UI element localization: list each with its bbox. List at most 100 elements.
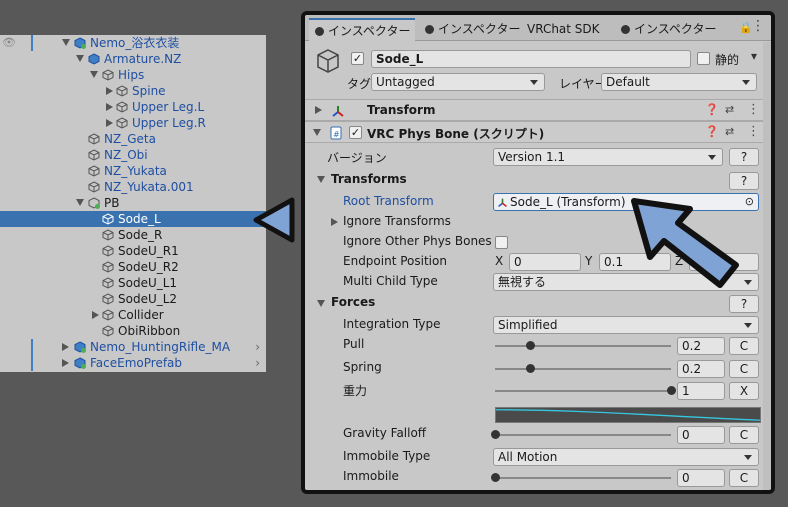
prefab-icon — [88, 197, 100, 209]
hierarchy-row[interactable]: Sode_R — [0, 227, 266, 243]
transforms-header[interactable]: Transforms — [331, 172, 407, 186]
spring-slider[interactable] — [495, 368, 671, 370]
pull-slider-knob[interactable] — [526, 341, 536, 350]
transforms-help-button[interactable]: ? — [729, 172, 759, 190]
kebab-menu-icon[interactable]: ⋮ — [751, 18, 765, 34]
immobile-curve-button[interactable]: C — [729, 469, 759, 487]
component-menu-icon[interactable]: ⋮ — [747, 102, 760, 117]
object-name-field[interactable]: Sode_L — [371, 50, 691, 68]
fold-down-icon[interactable] — [62, 39, 70, 46]
forces-help-button[interactable]: ? — [729, 295, 759, 313]
chevron-right-icon[interactable]: › — [255, 339, 260, 355]
static-dropdown-icon[interactable]: ▾ — [751, 49, 757, 63]
hierarchy-row[interactable]: SodeU_R1 — [0, 243, 266, 259]
gravity-clear-button[interactable]: X — [729, 382, 759, 400]
visibility-eye-icon[interactable]: 👁 — [2, 35, 16, 51]
hierarchy-row[interactable]: NZ_Obi — [0, 147, 266, 163]
inspector-scrollbar[interactable] — [763, 42, 771, 490]
spring-field[interactable]: 0.2 — [677, 360, 725, 378]
gravity-field[interactable]: 1 — [677, 382, 725, 400]
fold-right-icon[interactable] — [62, 343, 69, 351]
gravity-falloff-slider[interactable] — [495, 434, 671, 436]
hierarchy-row[interactable]: NZ_Yukata.001 — [0, 179, 266, 195]
pull-slider[interactable] — [495, 345, 671, 347]
forces-header[interactable]: Forces — [331, 295, 375, 309]
tab-vrchat-sdk[interactable]: VRChat SDK — [521, 18, 611, 41]
gravity-curve-preview[interactable] — [495, 407, 761, 423]
gravity-slider-knob[interactable] — [667, 386, 676, 395]
active-checkbox[interactable]: ✓ — [351, 52, 364, 65]
integration-dropdown[interactable]: Simplified — [493, 316, 759, 334]
hierarchy-row[interactable]: NZ_Yukata — [0, 163, 266, 179]
component-preset-icon[interactable]: ⇄ — [725, 125, 734, 138]
ignore-other-checkbox[interactable] — [495, 236, 508, 249]
immobile-field[interactable]: 0 — [677, 469, 725, 487]
hierarchy-row[interactable]: FaceEmoPrefab › — [0, 355, 266, 371]
gameobject-icon — [102, 229, 114, 241]
tab-inspector-3[interactable]: インスペクター — [615, 18, 716, 41]
hierarchy-row[interactable]: Collider — [0, 307, 266, 323]
hierarchy-row[interactable]: PB — [0, 195, 266, 211]
layer-dropdown[interactable]: Default — [601, 73, 757, 91]
hierarchy-row[interactable]: SodeU_L2 — [0, 291, 266, 307]
physbone-component-header[interactable]: # ✓ VRC Phys Bone (スクリプト) ❓ ⇄ ⋮ — [305, 121, 771, 143]
hierarchy-label: NZ_Obi — [104, 148, 148, 162]
hierarchy-row[interactable]: ObiRibbon — [0, 323, 266, 339]
immobile-slider[interactable] — [495, 477, 671, 479]
gravity-falloff-slider-knob[interactable] — [491, 430, 500, 439]
fold-down-icon[interactable] — [76, 55, 84, 62]
ignore-transforms-expand-icon[interactable] — [331, 218, 338, 226]
spring-slider-knob[interactable] — [526, 364, 536, 373]
expand-icon[interactable] — [315, 106, 322, 114]
hierarchy-row[interactable]: Spine — [0, 83, 266, 99]
gameobject-icon — [88, 149, 100, 161]
transforms-foldout-icon[interactable] — [317, 176, 325, 183]
spring-curve-button[interactable]: C — [729, 360, 759, 378]
component-help-icon[interactable]: ❓ — [705, 103, 719, 116]
hierarchy-row-selected[interactable]: Sode_L — [0, 211, 266, 227]
static-checkbox[interactable] — [697, 52, 710, 65]
ignore-transforms-label[interactable]: Ignore Transforms — [343, 214, 451, 228]
hierarchy-row[interactable]: SodeU_L1 — [0, 275, 266, 291]
version-help-button[interactable]: ? — [729, 148, 759, 166]
version-dropdown[interactable]: Version 1.1 — [493, 148, 723, 166]
gravity-falloff-curve-button[interactable]: C — [729, 426, 759, 444]
endpoint-x-field[interactable]: 0 — [509, 253, 581, 271]
endpoint-label: Endpoint Position — [343, 254, 447, 268]
hierarchy-row[interactable]: Hips — [0, 67, 266, 83]
hierarchy-row[interactable]: Upper Leg.R — [0, 115, 266, 131]
tag-dropdown[interactable]: Untagged — [371, 73, 545, 91]
hierarchy-label: Hips — [118, 68, 145, 82]
gravity-label: 重力 — [343, 384, 368, 398]
forces-foldout-icon[interactable] — [317, 300, 325, 307]
fold-right-icon[interactable] — [62, 359, 69, 367]
endpoint-x-label: X — [495, 254, 504, 268]
hierarchy-row-root[interactable]: 👁 Nemo_浴衣衣装 — [0, 35, 266, 51]
component-preset-icon[interactable]: ⇄ — [725, 103, 734, 116]
pull-curve-button[interactable]: C — [729, 337, 759, 355]
fold-right-icon[interactable] — [106, 103, 113, 111]
component-help-icon[interactable]: ❓ — [705, 125, 719, 138]
immobile-type-dropdown[interactable]: All Motion — [493, 448, 759, 466]
tab-inspector-1[interactable]: インスペクター — [309, 18, 415, 41]
hierarchy-row[interactable]: SodeU_R2 — [0, 259, 266, 275]
fold-right-icon[interactable] — [106, 87, 113, 95]
hierarchy-row[interactable]: Nemo_HuntingRifle_MA › — [0, 339, 266, 355]
component-menu-icon[interactable]: ⋮ — [747, 124, 760, 139]
hierarchy-row[interactable]: Upper Leg.L — [0, 99, 266, 115]
fold-right-icon[interactable] — [92, 311, 99, 319]
hierarchy-row[interactable]: NZ_Geta — [0, 131, 266, 147]
tab-inspector-2[interactable]: インスペクター — [419, 18, 520, 41]
physbone-enabled-checkbox[interactable]: ✓ — [349, 126, 362, 139]
transform-component-header[interactable]: Transform ❓ ⇄ ⋮ — [305, 99, 771, 121]
fold-right-icon[interactable] — [106, 119, 113, 127]
chevron-right-icon[interactable]: › — [255, 355, 260, 371]
fold-down-icon[interactable] — [90, 71, 98, 78]
fold-down-icon[interactable] — [76, 199, 84, 206]
pull-field[interactable]: 0.2 — [677, 337, 725, 355]
collapse-icon[interactable] — [313, 129, 321, 136]
hierarchy-row[interactable]: Armature.NZ — [0, 51, 266, 67]
immobile-slider-knob[interactable] — [491, 473, 500, 482]
gravity-slider[interactable] — [495, 390, 671, 392]
gravity-falloff-field[interactable]: 0 — [677, 426, 725, 444]
